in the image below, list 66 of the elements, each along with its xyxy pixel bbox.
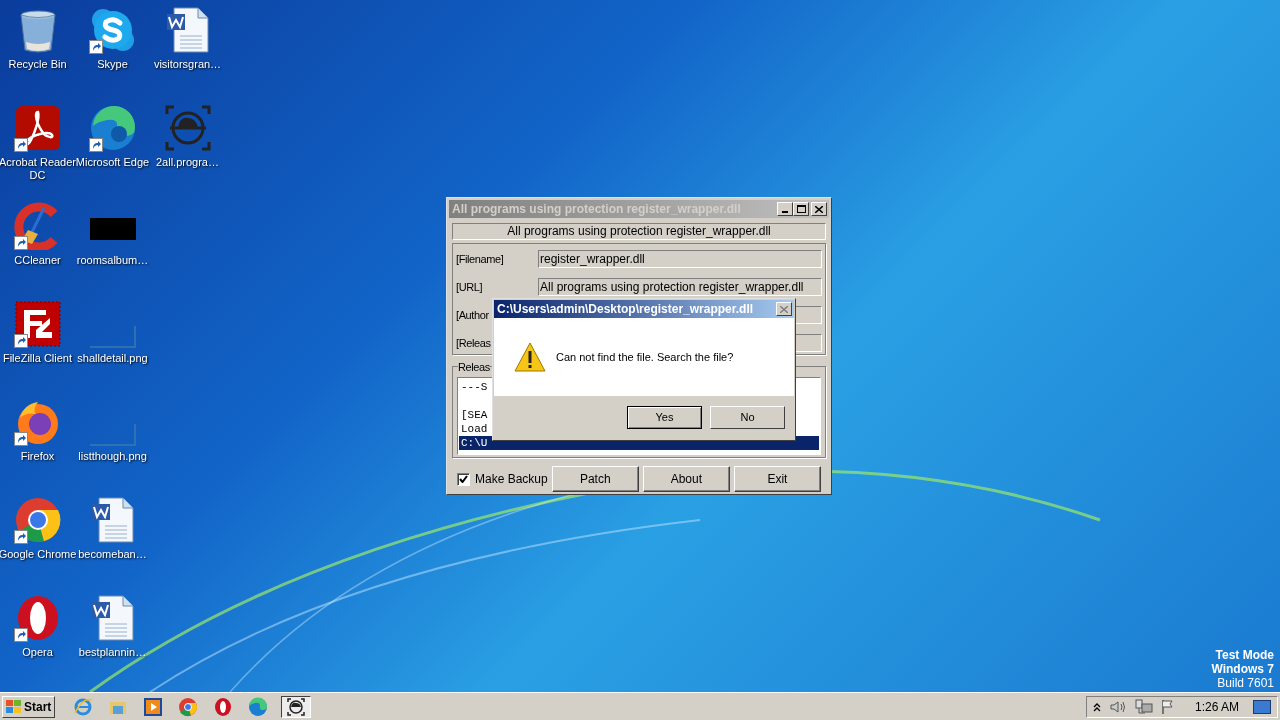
- program-icon: [163, 104, 212, 152]
- desktop-icon-label: listthough.png: [77, 450, 148, 463]
- desktop-icon-label: Firefox: [19, 450, 56, 463]
- dialog-message: Can not find the file. Search the file?: [556, 349, 734, 365]
- close-icon: [815, 205, 823, 213]
- taskbar-app-button[interactable]: [281, 695, 312, 718]
- network-icon[interactable]: [1134, 698, 1153, 715]
- test-mode-text: Test Mode: [1215, 648, 1274, 662]
- desktop-icon-label: visitorsgran…: [152, 58, 223, 71]
- flag-icon[interactable]: [1160, 698, 1175, 715]
- maximize-icon: [796, 205, 806, 213]
- header-label: All programs using protection register_wrapper.dll: [452, 223, 826, 240]
- test-mode-text: Windows 7: [1211, 662, 1274, 676]
- dialog-title: C:\Users\admin\Desktop\register_wrapper.dll: [497, 301, 755, 318]
- test-mode-text: Build 7601: [1217, 676, 1274, 690]
- close-button[interactable]: [811, 202, 827, 216]
- clock[interactable]: 1:26 AM: [1194, 697, 1239, 716]
- action-button[interactable]: Exit: [733, 466, 821, 492]
- desktop-icon-label: CCleaner: [13, 254, 62, 267]
- dialog-button[interactable]: Yes: [627, 406, 702, 429]
- checkmark-icon: [459, 475, 468, 483]
- minimize-button[interactable]: [777, 202, 793, 216]
- field-label: [Releas: [456, 335, 492, 351]
- image-file-icon: [89, 424, 136, 446]
- text-field[interactable]: All programs using protection register_wrapper.dll: [538, 278, 822, 296]
- chrome-icon: [178, 696, 199, 717]
- desktop-icon-label: roomsalbum…: [75, 254, 150, 267]
- action-button[interactable]: About: [642, 466, 730, 492]
- desktop-icon[interactable]: [88, 6, 137, 54]
- desktop-icon-label: Skype: [96, 58, 129, 71]
- opera-icon: [213, 696, 234, 717]
- desktop-icon-label: Google Chrome: [0, 548, 78, 561]
- field-label: [URL]: [456, 279, 484, 295]
- desktop-icon[interactable]: [13, 104, 62, 152]
- media-icon: [143, 696, 164, 717]
- desktop-icon-label: Recycle Bin: [7, 58, 68, 71]
- acrobat-icon: [13, 104, 62, 152]
- edge-icon: [248, 696, 269, 717]
- desktop-icon-label: shalldetail.png: [76, 352, 149, 365]
- action-button[interactable]: Patch: [551, 466, 639, 492]
- filezilla-icon: [13, 300, 62, 348]
- show-hidden-icons-icon[interactable]: [1092, 701, 1101, 712]
- desktop-icon[interactable]: [13, 496, 62, 544]
- desktop-icon-label: Opera: [21, 646, 54, 659]
- show-desktop-icon[interactable]: [1253, 699, 1271, 714]
- image-file-icon: [89, 326, 136, 348]
- desktop-icon-label: bestplannin…: [77, 646, 148, 659]
- backup-checkbox[interactable]: [457, 472, 470, 486]
- maximize-button[interactable]: [793, 202, 809, 216]
- desktop-icon[interactable]: [88, 104, 137, 152]
- dialog-close-button[interactable]: [776, 302, 792, 316]
- ie-icon: [73, 696, 94, 717]
- close-icon: [780, 305, 788, 313]
- warning-icon: [514, 342, 546, 372]
- desktop-icon[interactable]: [13, 300, 62, 348]
- text-field[interactable]: register_wrapper.dll: [538, 250, 822, 268]
- dialog-button[interactable]: No: [710, 406, 785, 429]
- edge-icon: [88, 104, 137, 152]
- chrome-icon: [13, 496, 62, 544]
- start-button[interactable]: Start: [2, 695, 56, 718]
- program-icon: [286, 696, 307, 717]
- field-label: [Filename]: [456, 251, 505, 267]
- checkbox-label: Make Backup: [475, 471, 548, 488]
- speaker-icon[interactable]: [1108, 699, 1127, 714]
- windows-logo-icon: [6, 699, 22, 714]
- minimize-icon: [782, 211, 788, 213]
